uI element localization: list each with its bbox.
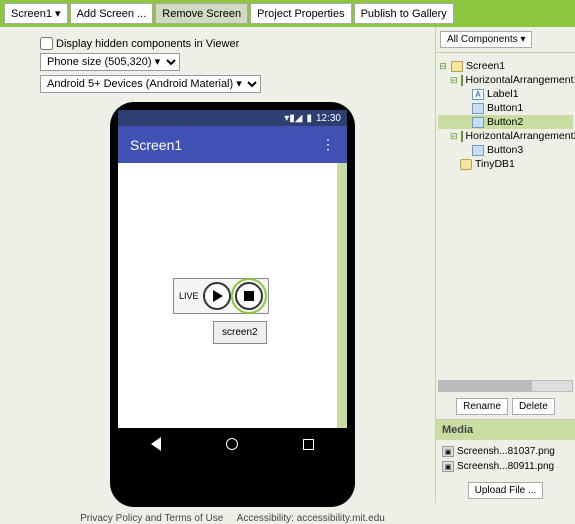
wifi-icon: ▾▮◢: [284, 113, 302, 124]
app-title: Screen1: [130, 137, 182, 153]
tree-label: Button1: [487, 102, 523, 114]
phone-frame: ▾▮◢ ▮ 12:30 Screen1 ⋮ LIVE: [110, 102, 355, 507]
horizontal-scrollbar[interactable]: [438, 380, 573, 392]
play-button[interactable]: [203, 282, 231, 310]
footer: Privacy Policy and Terms of Use Accessib…: [40, 507, 425, 524]
button-icon: [472, 145, 484, 156]
tree-item-button1[interactable]: Button1: [438, 101, 573, 115]
battery-icon: ▮: [306, 113, 312, 124]
stop-button[interactable]: [235, 282, 263, 310]
delete-button[interactable]: Delete: [512, 398, 555, 415]
media-item[interactable]: ▣ Screensh...80911.png: [442, 459, 569, 474]
collapse-icon[interactable]: ⊟: [450, 75, 458, 86]
play-icon: [213, 290, 223, 302]
live-label[interactable]: LIVE: [177, 291, 201, 301]
tree-item-tinydb[interactable]: TinyDB1: [438, 157, 573, 171]
home-icon[interactable]: [226, 438, 238, 450]
components-filter-dropdown[interactable]: All Components ▾: [440, 31, 532, 48]
layout-icon: [461, 131, 463, 142]
hidden-components-checkbox[interactable]: [40, 37, 53, 50]
top-toolbar: Screen1 ▾ Add Screen ... Remove Screen P…: [0, 0, 575, 27]
button-icon: [472, 103, 484, 114]
components-tree: ⊟ Screen1 ⊟ HorizontalArrangement1 A Lab…: [436, 53, 575, 378]
menu-icon[interactable]: ⋮: [321, 136, 335, 153]
components-panel: All Components ▾ ⊟ Screen1 ⊟ HorizontalA…: [435, 27, 575, 503]
viewer-area: Display hidden components in Viewer Phon…: [0, 27, 435, 503]
selection-strip: [337, 163, 347, 428]
collapse-icon[interactable]: ⊟: [438, 61, 448, 72]
project-properties-button[interactable]: Project Properties: [250, 3, 351, 24]
tree-label: TinyDB1: [475, 158, 515, 170]
tree-label: Button3: [487, 144, 523, 156]
media-filename: Screensh...81037.png: [457, 446, 555, 457]
tree-label: Button2: [487, 116, 523, 128]
image-icon: ▣: [442, 461, 454, 472]
hidden-components-checkbox-label[interactable]: Display hidden components in Viewer: [40, 37, 425, 50]
rename-button[interactable]: Rename: [456, 398, 508, 415]
app-body: LIVE screen2: [118, 163, 347, 428]
device-select[interactable]: Android 5+ Devices (Android Material) ▾: [40, 75, 261, 93]
tree-label: Screen1: [466, 60, 505, 72]
database-icon: [460, 159, 472, 170]
app-bar: Screen1 ⋮: [118, 126, 347, 163]
screen-icon: [451, 61, 463, 72]
layout-icon: [461, 75, 463, 86]
privacy-link[interactable]: Privacy Policy and Terms of Use: [80, 513, 223, 524]
tree-item-h1[interactable]: ⊟ HorizontalArrangement1: [438, 73, 573, 87]
media-section: Media ▣ Screensh...81037.png ▣ Screensh.…: [436, 419, 575, 503]
upload-file-button[interactable]: Upload File ...: [468, 482, 544, 499]
image-icon: ▣: [442, 446, 454, 457]
tree-label: Label1: [487, 88, 519, 100]
collapse-icon[interactable]: ⊟: [450, 131, 458, 142]
recent-icon[interactable]: [303, 439, 314, 450]
tree-label: HorizontalArrangement2: [466, 130, 575, 142]
screen-dropdown[interactable]: Screen1 ▾: [4, 3, 68, 24]
tree-item-button3[interactable]: Button3: [438, 143, 573, 157]
status-bar: ▾▮◢ ▮ 12:30: [118, 110, 347, 126]
tree-item-button2[interactable]: Button2: [438, 115, 573, 129]
media-header: Media: [436, 420, 575, 440]
add-screen-button[interactable]: Add Screen ...: [70, 3, 154, 24]
tree-item-label1[interactable]: A Label1: [438, 87, 573, 101]
button-icon: [472, 117, 484, 128]
status-time: 12:30: [316, 113, 341, 124]
stop-icon: [244, 291, 254, 301]
label-icon: A: [472, 89, 484, 100]
tree-item-h2[interactable]: ⊟ HorizontalArrangement2: [438, 129, 573, 143]
accessibility-link[interactable]: Accessibility: accessibility.mit.edu: [237, 513, 385, 524]
tree-label: HorizontalArrangement1: [466, 74, 575, 86]
back-icon[interactable]: [151, 437, 161, 451]
media-item[interactable]: ▣ Screensh...81037.png: [442, 444, 569, 459]
screen2-button[interactable]: screen2: [213, 321, 267, 344]
horizontal-arrangement-1[interactable]: LIVE: [173, 278, 269, 314]
phone-size-select[interactable]: Phone size (505,320) ▾: [40, 53, 180, 71]
hidden-components-text: Display hidden components in Viewer: [56, 38, 239, 50]
remove-screen-button[interactable]: Remove Screen: [155, 3, 248, 24]
tree-item-screen1[interactable]: ⊟ Screen1: [438, 59, 573, 73]
publish-button[interactable]: Publish to Gallery: [354, 3, 454, 24]
android-navbar: [118, 428, 347, 460]
media-filename: Screensh...80911.png: [457, 461, 554, 472]
